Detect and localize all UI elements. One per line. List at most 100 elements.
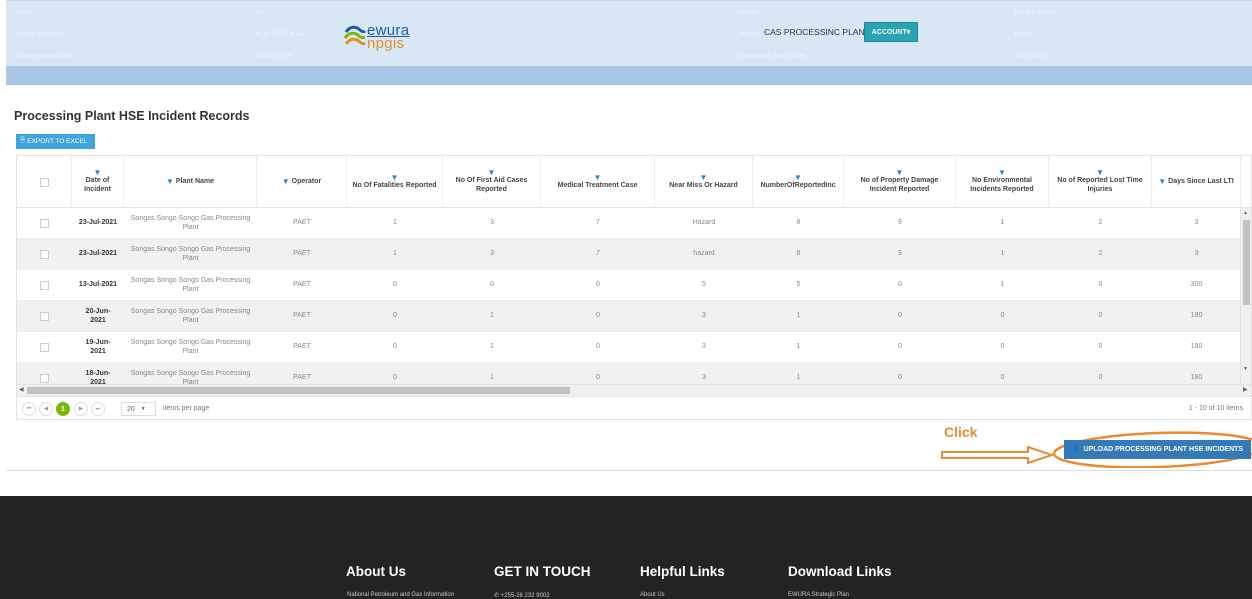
- filter-icon[interactable]: ▼: [700, 173, 708, 182]
- table-cell: 0: [1000, 312, 1005, 320]
- status-label: Status:: [738, 31, 760, 38]
- table-cell: 1: [1000, 219, 1005, 227]
- export-to-excel-button[interactable]: 🗎 EXPORT TO EXCEL: [16, 134, 95, 149]
- column-header-label: Date of Incident: [84, 177, 111, 193]
- filter-icon[interactable]: ▼: [94, 169, 102, 177]
- column-header-first-aid[interactable]: ▼ No Of First Aid Cases Reported: [443, 156, 541, 208]
- grid-pager: ⏮ ◀ 1 ▶ ⏭ 20 ▼ items per page 1 - 10 of …: [16, 398, 1252, 420]
- scroll-left-arrow-icon[interactable]: ◀: [19, 386, 24, 393]
- table-row[interactable]: 23-Jul-2021 Songas Songo Songo Gas Proces…: [17, 208, 1241, 239]
- column-header-environmental[interactable]: ▼ No Environmental Incidents Reported: [956, 156, 1049, 208]
- table-cell: 0: [596, 343, 600, 351]
- footer-phone[interactable]: ✆ +255-26 232 9002: [494, 592, 550, 599]
- table-cell: 0: [898, 281, 902, 289]
- row-checkbox[interactable]: [40, 374, 49, 383]
- commenced-date-value: 2020-03-15: [256, 53, 292, 60]
- filter-icon[interactable]: ▼: [594, 173, 602, 182]
- column-header-operator[interactable]: ▼ Operator: [257, 156, 347, 208]
- scroll-up-arrow-icon[interactable]: ▲: [1243, 210, 1248, 216]
- table-cell: hazard: [693, 250, 715, 258]
- page-size-select[interactable]: 20 ▼: [121, 402, 156, 416]
- vertical-scrollbar[interactable]: ▲ ▼: [1240, 208, 1251, 386]
- horizontal-scrollbar[interactable]: ◀ ▶: [17, 384, 1251, 396]
- column-header-lost-time-injuries[interactable]: ▼ No of Reported Lost Time Injuries: [1049, 156, 1152, 208]
- filter-icon[interactable]: ▼: [391, 173, 399, 182]
- row-checkbox[interactable]: [40, 343, 49, 352]
- table-cell: PAET: [293, 281, 311, 289]
- table-cell: 3: [702, 343, 706, 351]
- column-header-near-miss[interactable]: ▼ Near Miss Or Hazard: [655, 156, 753, 208]
- table-cell: 3: [490, 219, 494, 227]
- table-cell: 20-Jun-2021: [85, 307, 111, 324]
- scroll-right-arrow-icon[interactable]: ▶: [1243, 386, 1248, 393]
- table-row[interactable]: 19-Jun-2021 Songas Songo Songo Gas Proces…: [17, 332, 1241, 363]
- logo-text-bottom: npgis: [367, 35, 405, 52]
- row-select-cell: [17, 270, 72, 301]
- current-page-button[interactable]: 1: [56, 402, 70, 416]
- table-cell: 1: [796, 312, 801, 320]
- next-page-button[interactable]: ▶: [74, 402, 88, 416]
- column-header-label: No of Property Damage Incident Reported: [860, 177, 939, 193]
- table-cell: 7: [596, 219, 600, 227]
- column-header-plant-name[interactable]: ▼ Plant Name: [124, 156, 257, 208]
- column-header-label: Medical Treatment Case: [557, 181, 638, 189]
- column-header-property-damage[interactable]: ▼ No of Property Damage Incident Reporte…: [844, 156, 956, 208]
- footer-download-link[interactable]: EWURA Strategic Plan: [788, 592, 849, 598]
- excel-file-icon: 🗎: [20, 137, 26, 144]
- last-page-button[interactable]: ⏭: [91, 402, 105, 416]
- column-header-label: No Of Fatalities Reported: [352, 181, 437, 189]
- block-value: 9: [256, 9, 260, 16]
- footer-helpful-heading: Helpful Links: [640, 564, 725, 579]
- filter-icon[interactable]: ▼: [896, 169, 904, 177]
- table-cell: 5: [796, 281, 801, 289]
- production-start-label: Production Start Date:: [738, 53, 807, 60]
- filter-icon[interactable]: ▼: [794, 173, 802, 182]
- chevron-down-icon: ▼: [140, 406, 146, 412]
- column-header-label: NumberOfReportedInc: [760, 181, 836, 189]
- ewura-npgis-logo[interactable]: ewura npgis: [344, 22, 434, 52]
- upload-hse-incidents-button[interactable]: 👤 UPLOAD PROCESSING PLANT HSE INCIDENTS: [1064, 440, 1251, 459]
- previous-page-button[interactable]: ◀: [39, 402, 53, 416]
- table-cell: 0: [393, 281, 397, 289]
- first-page-button[interactable]: ⏮: [22, 402, 36, 416]
- footer-helpful-link[interactable]: About Us: [640, 592, 665, 598]
- column-header-days-since-lti[interactable]: ▼ Days Since Last LTI: [1152, 156, 1241, 208]
- column-header-date[interactable]: ▼ Date of Incident: [72, 156, 124, 208]
- footer-about-link[interactable]: National Petroleum and Gas Information: [347, 592, 454, 598]
- column-header-fatalities[interactable]: ▼ No Of Fatalities Reported: [347, 156, 443, 208]
- row-checkbox[interactable]: [40, 250, 49, 259]
- row-checkbox[interactable]: [40, 281, 49, 290]
- filter-icon[interactable]: ▼: [1096, 169, 1104, 177]
- table-row[interactable]: 20-Jun-2021 Songas Songo Songo Gas Proces…: [17, 301, 1241, 332]
- column-header-label: Near Miss Or Hazard: [669, 181, 738, 189]
- table-row[interactable]: 13-Jul-2021 Songas Songo Songo Gas Proces…: [17, 270, 1241, 301]
- table-cell: 2: [1098, 250, 1103, 258]
- table-row[interactable]: 23-Jul-2021 Songas Songo Songo Gas Proces…: [17, 239, 1241, 270]
- page-size-value: 20: [127, 405, 135, 413]
- table-cell: 1: [1000, 281, 1005, 289]
- table-cell: 13-Jul-2021: [78, 281, 118, 289]
- grid-header: ▼ Date of Incident ▼ Plant Name ▼ Operat…: [17, 156, 1251, 208]
- filter-icon[interactable]: ▼: [282, 178, 290, 186]
- select-all-checkbox[interactable]: [39, 177, 49, 187]
- footer-contact-heading: GET IN TOUCH: [494, 564, 591, 579]
- filter-icon[interactable]: ▼: [1158, 178, 1166, 186]
- row-select-cell: [17, 332, 72, 363]
- filter-icon[interactable]: ▼: [166, 178, 174, 186]
- vertical-scroll-thumb[interactable]: [1243, 220, 1250, 305]
- header-select-all: [17, 156, 72, 208]
- filter-icon[interactable]: ▼: [488, 169, 496, 177]
- scroll-down-arrow-icon[interactable]: ▼: [1243, 366, 1248, 372]
- column-header-reported-inc[interactable]: ▼ NumberOfReportedInc: [753, 156, 844, 208]
- filter-icon[interactable]: ▼: [998, 169, 1006, 177]
- column-header-label: Plant Name: [175, 177, 215, 185]
- row-checkbox[interactable]: [40, 219, 49, 228]
- horizontal-scroll-thumb[interactable]: [27, 387, 570, 394]
- column-header-label: Operator: [291, 177, 322, 185]
- column-header-label: No Environmental Incidents Reported: [970, 177, 1034, 193]
- account-dropdown-button[interactable]: ACCOUNT▾: [864, 22, 918, 42]
- table-cell: 1: [1000, 250, 1005, 258]
- row-checkbox[interactable]: [40, 312, 49, 321]
- column-header-medical-treatment[interactable]: ▼ Medical Treatment Case: [541, 156, 655, 208]
- header-title: CAS PROCESSINC PLANTS: [764, 27, 876, 37]
